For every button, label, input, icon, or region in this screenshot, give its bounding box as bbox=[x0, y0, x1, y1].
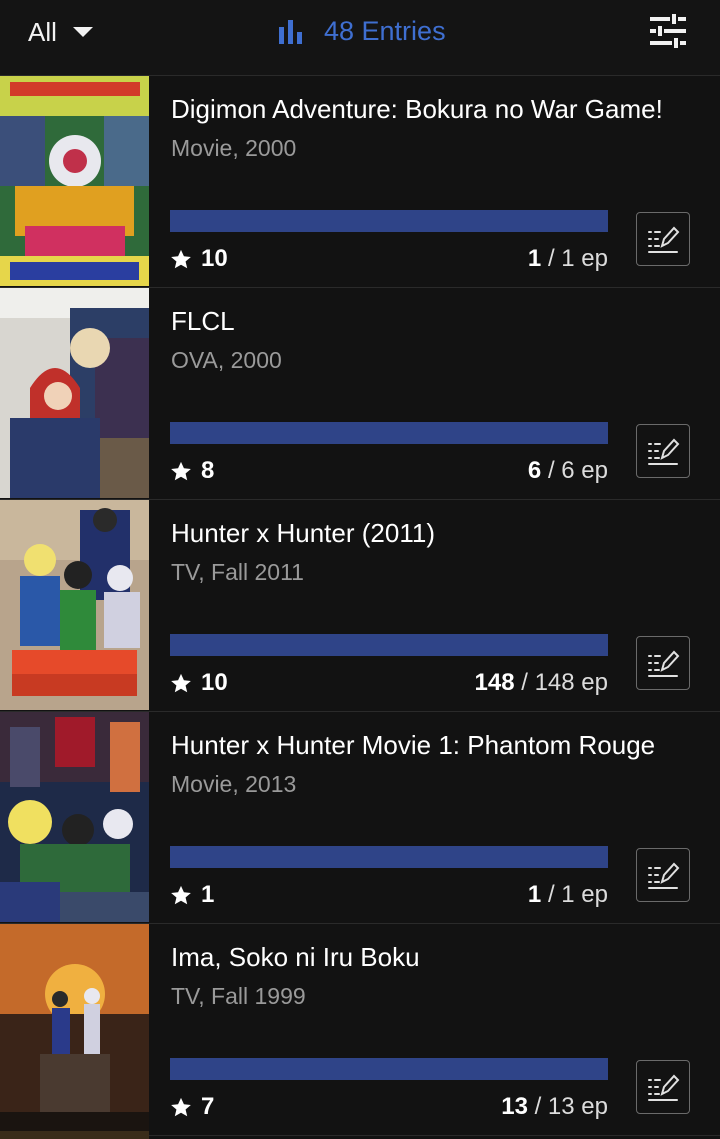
score: 10 bbox=[170, 244, 228, 274]
list-item[interactable]: Hunter x Hunter Movie 1: Phantom Rouge M… bbox=[0, 712, 720, 924]
episode-progress: 13 / 13 ep bbox=[501, 1092, 608, 1122]
poster-image bbox=[0, 288, 149, 498]
episode-progress: 148 / 148 ep bbox=[475, 668, 608, 698]
entry-title: FLCL bbox=[171, 306, 235, 336]
progress-bar-fill bbox=[170, 1058, 608, 1080]
status-filter-dropdown[interactable]: All bbox=[28, 15, 93, 49]
entries-count: 48 Entries bbox=[324, 15, 446, 46]
next-poster-peek bbox=[0, 1131, 149, 1139]
progress-bar-fill bbox=[170, 422, 608, 444]
score-value: 8 bbox=[201, 457, 215, 484]
star-icon bbox=[171, 1097, 191, 1116]
episodes-watched: 13 bbox=[501, 1093, 528, 1120]
entry-type-season: Movie, 2013 bbox=[171, 771, 297, 797]
episodes-total: / 1 ep bbox=[547, 245, 608, 272]
episodes-total: / 148 ep bbox=[521, 669, 608, 696]
list-item[interactable]: Digimon Adventure: Bokura no War Game! M… bbox=[0, 76, 720, 288]
edit-entry-button[interactable] bbox=[636, 424, 690, 478]
progress-bar-fill bbox=[170, 846, 608, 868]
episodes-watched: 1 bbox=[527, 881, 542, 908]
star-icon bbox=[171, 461, 191, 480]
entry-type-season: TV, Fall 1999 bbox=[171, 983, 306, 1009]
episodes-watched: 1 bbox=[527, 245, 542, 272]
entry-title: Hunter x Hunter (2011) bbox=[171, 518, 435, 548]
score-value: 10 bbox=[201, 245, 228, 272]
edit-entry-button[interactable] bbox=[636, 212, 690, 266]
progress-bar bbox=[170, 422, 608, 444]
progress-bar bbox=[170, 1058, 608, 1080]
score: 8 bbox=[170, 456, 214, 486]
episode-progress: 1 / 1 ep bbox=[528, 880, 608, 910]
bar-chart-icon bbox=[279, 20, 302, 44]
edit-list-icon bbox=[648, 650, 680, 677]
filter-label: All bbox=[28, 16, 57, 47]
progress-bar bbox=[170, 846, 608, 868]
top-toolbar: All 48 Entries bbox=[0, 0, 720, 76]
episodes-total: / 13 ep bbox=[534, 1093, 608, 1120]
episodes-total: / 1 ep bbox=[547, 881, 608, 908]
edit-list-icon bbox=[648, 438, 680, 465]
poster-image bbox=[0, 712, 149, 922]
list-item[interactable]: FLCL OVA, 2000 8 6 / 6 ep bbox=[0, 288, 720, 500]
list-item[interactable]: Ima, Soko ni Iru Boku TV, Fall 1999 7 13… bbox=[0, 924, 720, 1136]
caret-down-icon bbox=[72, 27, 93, 37]
score: 1 bbox=[170, 880, 214, 910]
poster-image bbox=[0, 76, 149, 286]
progress-bar-fill bbox=[170, 634, 608, 656]
star-icon bbox=[171, 249, 191, 268]
progress-bar bbox=[170, 210, 608, 232]
progress-bar-fill bbox=[170, 210, 608, 232]
score-value: 10 bbox=[201, 669, 228, 696]
poster-image bbox=[0, 500, 149, 710]
score: 10 bbox=[170, 668, 228, 698]
anime-list: Digimon Adventure: Bokura no War Game! M… bbox=[0, 76, 720, 1136]
episodes-watched: 148 bbox=[474, 669, 515, 696]
episodes-total: / 6 ep bbox=[547, 457, 608, 484]
episode-progress: 1 / 1 ep bbox=[528, 244, 608, 274]
edit-list-icon bbox=[648, 862, 680, 889]
list-item[interactable]: Hunter x Hunter (2011) TV, Fall 2011 10 … bbox=[0, 500, 720, 712]
star-icon bbox=[171, 885, 191, 904]
poster-image bbox=[0, 924, 149, 1134]
star-icon bbox=[171, 673, 191, 692]
entry-type-season: OVA, 2000 bbox=[171, 347, 282, 373]
entry-type-season: TV, Fall 2011 bbox=[171, 559, 304, 585]
episodes-watched: 6 bbox=[527, 457, 542, 484]
sort-settings-button[interactable] bbox=[646, 10, 690, 52]
edit-entry-button[interactable] bbox=[636, 848, 690, 902]
entry-title: Ima, Soko ni Iru Boku bbox=[171, 942, 420, 972]
edit-entry-button[interactable] bbox=[636, 636, 690, 690]
edit-list-icon bbox=[648, 1074, 680, 1101]
progress-bar bbox=[170, 634, 608, 656]
score-value: 7 bbox=[201, 1093, 215, 1120]
edit-list-icon bbox=[648, 226, 680, 253]
edit-entry-button[interactable] bbox=[636, 1060, 690, 1114]
sliders-icon bbox=[650, 12, 686, 50]
entry-title: Hunter x Hunter Movie 1: Phantom Rouge bbox=[171, 730, 656, 760]
entry-title: Digimon Adventure: Bokura no War Game! bbox=[171, 94, 663, 124]
episode-progress: 6 / 6 ep bbox=[528, 456, 608, 486]
entry-type-season: Movie, 2000 bbox=[171, 135, 297, 161]
score-value: 1 bbox=[201, 881, 215, 908]
entries-count-button[interactable]: 48 Entries bbox=[278, 12, 446, 50]
score: 7 bbox=[170, 1092, 214, 1122]
